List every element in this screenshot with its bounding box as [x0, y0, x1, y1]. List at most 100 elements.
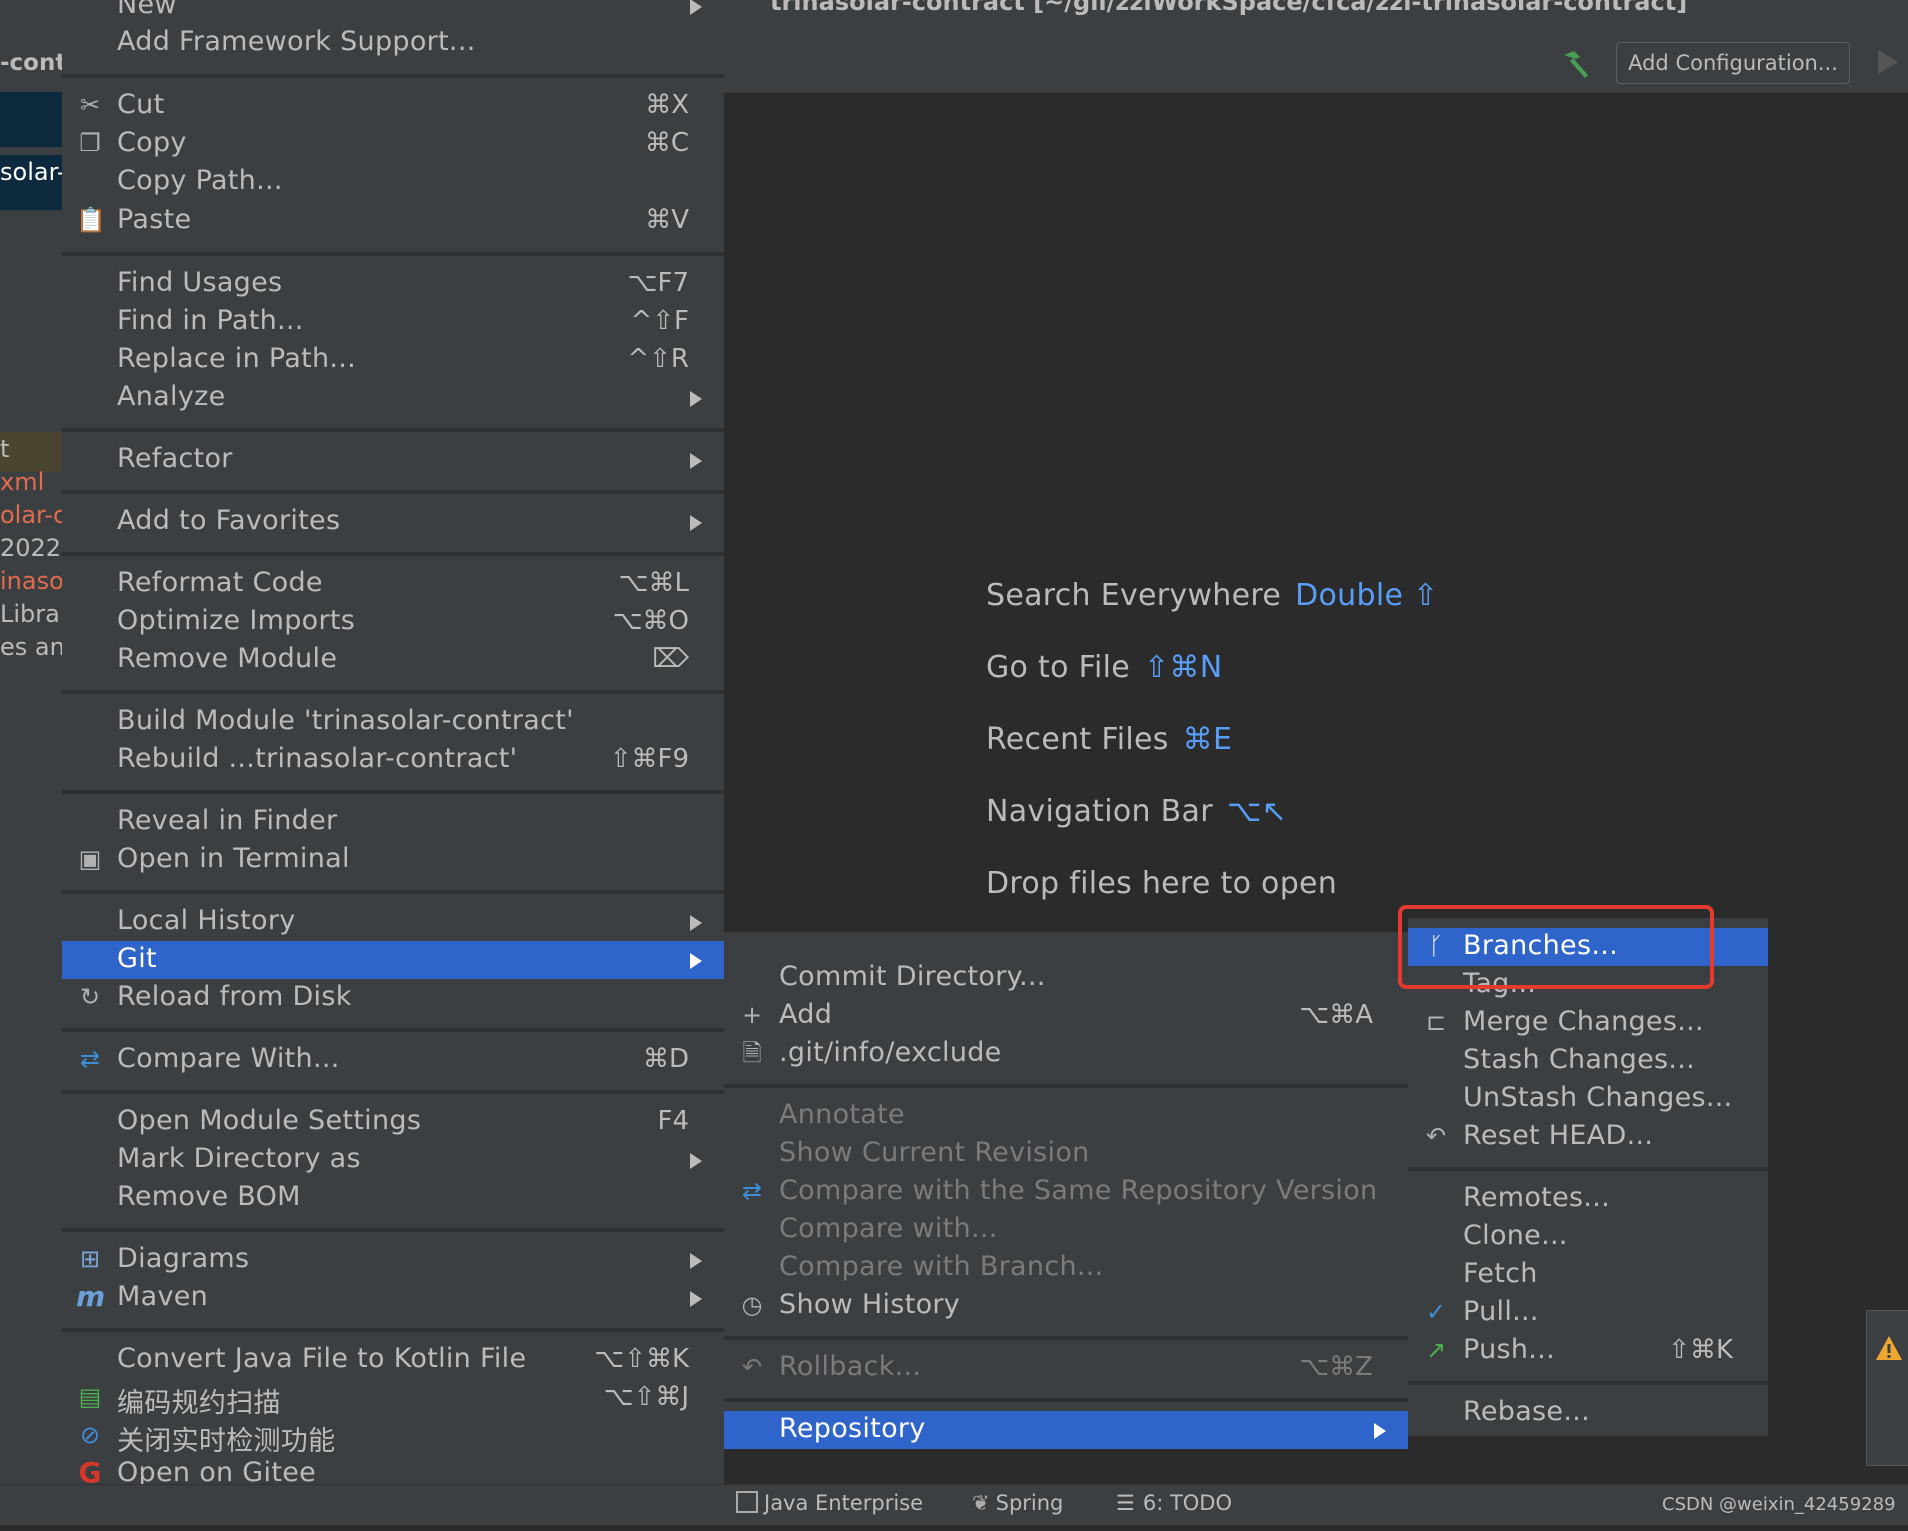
context_menu-item-shortcut: ⌥⇧⌘K — [594, 1344, 689, 1374]
project-tree-item[interactable]: xml — [0, 468, 44, 496]
git_menu-item-add[interactable]: + Add ⌥⌘A — [724, 997, 1408, 1035]
context_menu-item-diagrams[interactable]: ⊞ Diagrams — [62, 1241, 724, 1279]
menu-separator — [62, 552, 724, 556]
context_menu-item-git[interactable]: Git — [62, 941, 724, 979]
repository_menu-item-label: Reset HEAD... — [1463, 1120, 1654, 1151]
context_menu-item-paste[interactable]: 📋 Paste ⌘V — [62, 202, 724, 240]
repository_menu-item-unstash-changes[interactable]: UnStash Changes... — [1408, 1080, 1768, 1118]
hint-navigation-bar: Navigation Bar ⌥↖ — [986, 794, 1287, 829]
hint-recent-files: Recent Files ⌘E — [986, 722, 1232, 757]
todo-tab[interactable]: ☰ 6: TODO — [1116, 1491, 1232, 1515]
context_menu-item-add-framework-support[interactable]: Add Framework Support... — [62, 24, 724, 62]
context_menu-item-replace-in-path[interactable]: Replace in Path... ^⇧R — [62, 341, 724, 379]
repository_menu-item-label: UnStash Changes... — [1463, 1082, 1733, 1113]
git_menu-item-repository[interactable]: Repository — [724, 1411, 1408, 1449]
context_menu-item-copy-path[interactable]: Copy Path... — [62, 163, 724, 201]
project-tree-item[interactable]: olar-c — [0, 501, 62, 529]
status-bar: Java Enterprise ❦ Spring ☰ 6: TODO CSDN @w… — [0, 1484, 1908, 1525]
chevron-right-icon — [690, 953, 702, 969]
context_menu-item-reveal-in-finder[interactable]: Reveal in Finder — [62, 803, 724, 841]
repository_menu-item-rebase[interactable]: Rebase... — [1408, 1394, 1768, 1432]
project-tree-item[interactable]: solar- — [0, 158, 62, 186]
reset-icon: ↶ — [1425, 1122, 1447, 1150]
context_menu-item-add-to-favorites[interactable]: Add to Favorites — [62, 503, 724, 541]
repository_menu-item-reset-head[interactable]: ↶ Reset HEAD... — [1408, 1118, 1768, 1156]
context_menu-item-reload-from-disk[interactable]: ↻ Reload from Disk — [62, 979, 724, 1017]
context_menu-item-item-29[interactable]: ▤ 编码规约扫描 ⌥⇧⌘J — [62, 1379, 724, 1419]
context_menu-item-open-in-terminal[interactable]: ▣ Open in Terminal — [62, 841, 724, 879]
hint-label: Recent Files — [986, 722, 1169, 757]
context_menu-item-remove-module[interactable]: Remove Module ⌦ — [62, 641, 724, 679]
git_menu-item-label: Show Current Revision — [779, 1137, 1090, 1168]
run-icon[interactable] — [1878, 50, 1898, 74]
menu-separator — [62, 690, 724, 694]
context_menu-item-convert-java-file-to-kotlin-file[interactable]: Convert Java File to Kotlin File ⌥⇧⌘K — [62, 1341, 724, 1379]
git-submenu: Commit Directory... + Add ⌥⌘A 🗎 .git/info/exc… — [724, 932, 1408, 1449]
context_menu-item-build-module-trinasolar-contract[interactable]: Build Module 'trinasolar-contract' — [62, 703, 724, 741]
scan-icon: ▤ — [78, 1383, 102, 1411]
project-tree-selected-row[interactable] — [0, 92, 62, 147]
context_menu-item-maven[interactable]: m Maven — [62, 1279, 724, 1317]
git_menu-item-compare-with[interactable]: Compare with... — [724, 1211, 1408, 1249]
context_menu-item-find-in-path[interactable]: Find in Path... ^⇧F — [62, 303, 724, 341]
ignore-file-icon: 🗎 — [742, 1039, 762, 1067]
repository_menu-item-pull[interactable]: ✓ Pull... — [1408, 1294, 1768, 1332]
context_menu-item-remove-bom[interactable]: Remove BOM — [62, 1179, 724, 1217]
repository_menu-item-label: Fetch — [1463, 1258, 1538, 1289]
git_menu-item-commit-directory[interactable]: Commit Directory... — [724, 959, 1408, 997]
git_menu-item-show-history[interactable]: ◷ Show History — [724, 1287, 1408, 1325]
context_menu-item-local-history[interactable]: Local History — [62, 903, 724, 941]
git_menu-item-git-info-exclude[interactable]: 🗎 .git/info/exclude — [724, 1035, 1408, 1073]
java-enterprise-label: Java Enterprise — [764, 1491, 924, 1515]
build-hammer-icon[interactable] — [1558, 47, 1592, 81]
spring-tab[interactable]: ❦ Spring — [972, 1491, 1063, 1515]
git_menu-item-show-current-revision[interactable]: Show Current Revision — [724, 1135, 1408, 1173]
repository_menu-item-stash-changes[interactable]: Stash Changes... — [1408, 1042, 1768, 1080]
context_menu-item-optimize-imports[interactable]: Optimize Imports ⌥⌘O — [62, 603, 724, 641]
warning-indicator[interactable] — [1866, 1310, 1908, 1466]
context_menu-item-rebuild-trinasolar-contract[interactable]: Rebuild ...trinasolar-contract' ⇧⌘F9 — [62, 741, 724, 779]
context_menu-item-compare-with[interactable]: ⇄ Compare With... ⌘D — [62, 1041, 724, 1079]
project-tree-item[interactable]: inaso — [0, 567, 62, 595]
context_menu-item-copy[interactable]: ❐ Copy ⌘C — [62, 125, 724, 163]
project-tree-item[interactable]: Libra — [0, 600, 60, 628]
context_menu-item-label: Optimize Imports — [117, 605, 356, 636]
context_menu-item-analyze[interactable]: Analyze — [62, 379, 724, 417]
context_menu-item-cut[interactable]: ✂ Cut ⌘X — [62, 87, 724, 125]
context_menu-item-refactor[interactable]: Refactor — [62, 441, 724, 479]
git_menu-item-compare-with-the-same-repository-version[interactable]: ⇄ Compare with the Same Repository Versio… — [724, 1173, 1408, 1211]
repository_menu-item-fetch[interactable]: Fetch — [1408, 1256, 1768, 1294]
context_menu-item-label: Compare With... — [117, 1043, 340, 1074]
context_menu-item-new[interactable]: New — [62, 0, 724, 25]
spring-label: Spring — [995, 1491, 1064, 1515]
git_menu-item-label: Compare with the Same Repository Version — [779, 1175, 1378, 1206]
context_menu-item-shortcut: ⌥⌘L — [618, 568, 689, 598]
project-tree-item[interactable]: t — [0, 435, 9, 463]
menu-separator — [62, 252, 724, 256]
context_menu-item-open-module-settings[interactable]: Open Module Settings F4 — [62, 1103, 724, 1141]
menu-separator — [1408, 1167, 1768, 1171]
project-tree-item[interactable]: 2022- — [0, 534, 62, 562]
context_menu-item-find-usages[interactable]: Find Usages ⌥F7 — [62, 265, 724, 303]
java-enterprise-tab[interactable]: Java Enterprise — [736, 1491, 923, 1515]
chevron-right-icon — [690, 1153, 702, 1169]
repository_menu-item-merge-changes[interactable]: ⊏ Merge Changes... — [1408, 1004, 1768, 1042]
context_menu-item-reformat-code[interactable]: Reformat Code ⌥⌘L — [62, 565, 724, 603]
add-configuration-button[interactable]: Add Configuration... — [1616, 42, 1850, 84]
git_menu-item-annotate[interactable]: Annotate — [724, 1097, 1408, 1135]
git_menu-item-label: Repository — [779, 1413, 926, 1444]
repository_menu-item-push[interactable]: ↗ Push... ⇧⌘K — [1408, 1332, 1768, 1370]
repository_menu-item-remotes[interactable]: Remotes... — [1408, 1180, 1768, 1218]
context_menu-item-mark-directory-as[interactable]: Mark Directory as — [62, 1141, 724, 1179]
git_menu-item-compare-with-branch[interactable]: Compare with Branch... — [724, 1249, 1408, 1287]
window-title: trinasolar-contract [~/gll/zzlWorkSpace/… — [770, 0, 1688, 16]
context_menu-item-item-30[interactable]: ⊘ 关闭实时检测功能 — [62, 1417, 724, 1457]
menu-separator — [724, 1398, 1408, 1402]
reload-icon: ↻ — [79, 983, 101, 1011]
context_menu-item-label: Find in Path... — [117, 305, 304, 336]
git_menu-item-rollback[interactable]: ↶ Rollback... ⌥⌘Z — [724, 1349, 1408, 1387]
project-tree-item[interactable]: es and — [0, 633, 62, 661]
context_menu-item-shortcut: ⌥⇧⌘J — [603, 1382, 689, 1412]
repository_menu-item-clone[interactable]: Clone... — [1408, 1218, 1768, 1256]
hint-shortcut: ⌘E — [1182, 722, 1233, 757]
